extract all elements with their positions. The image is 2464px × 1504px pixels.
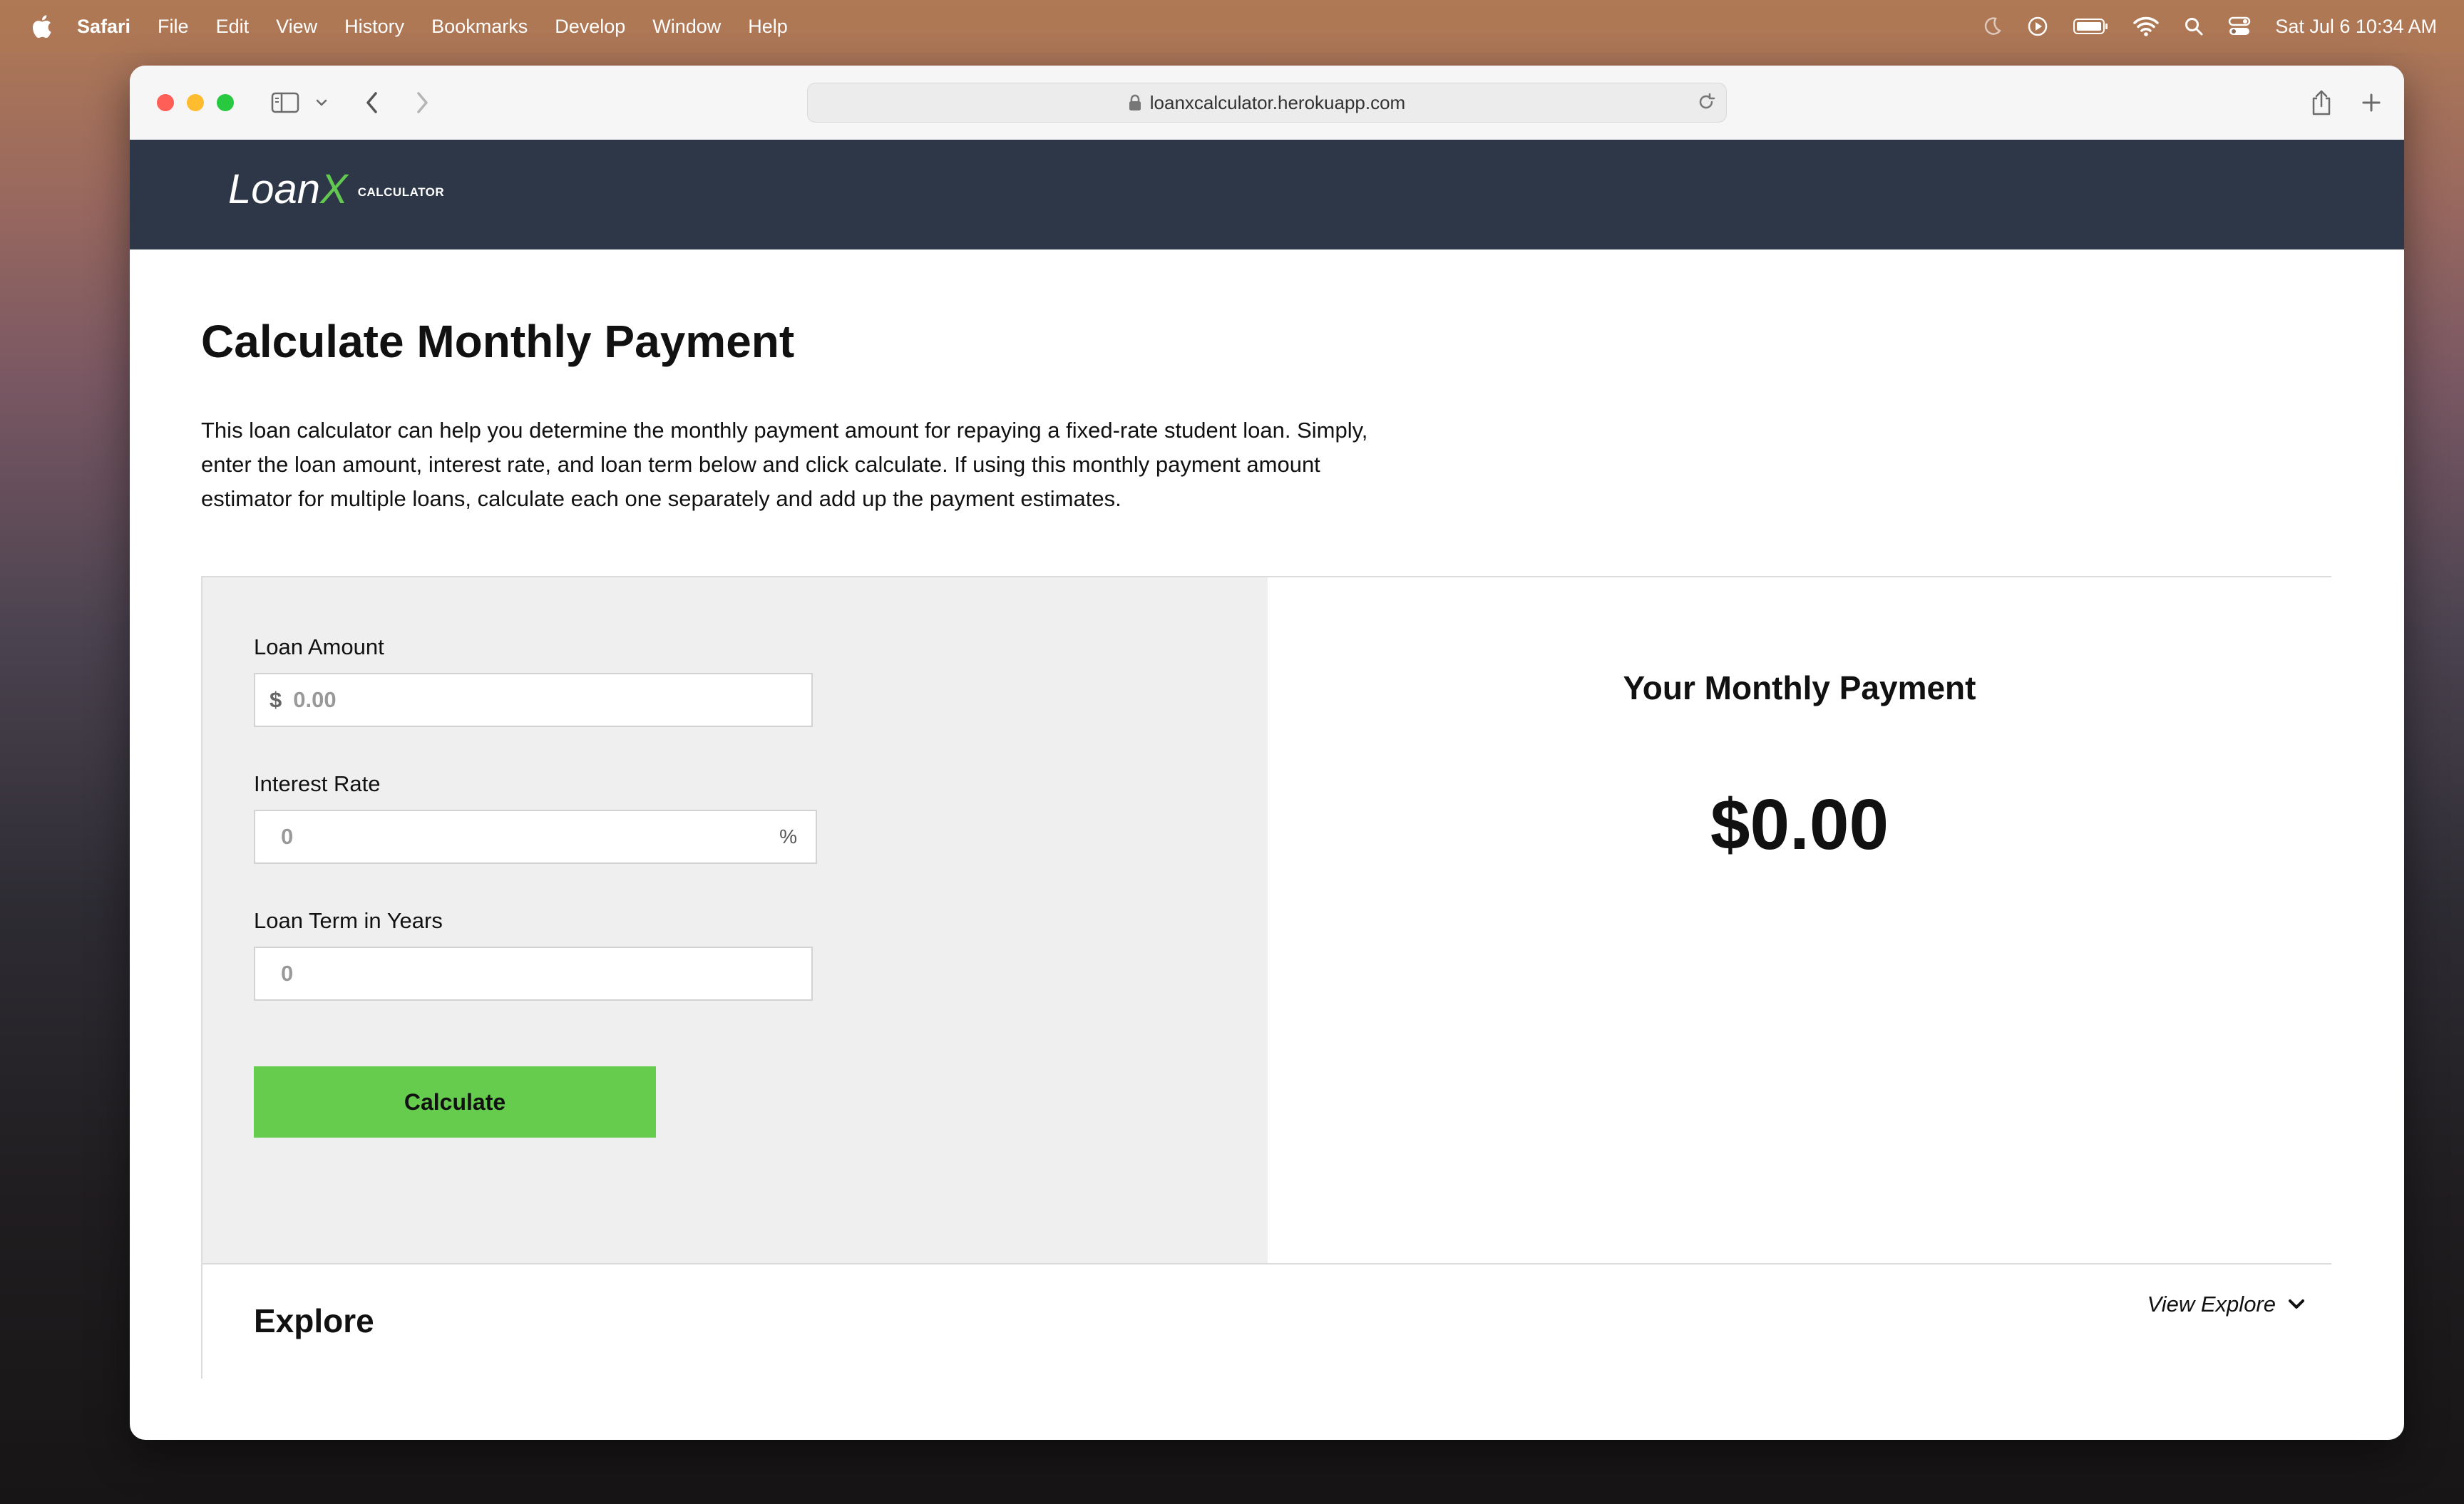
view-explore-toggle[interactable]: View Explore [2147, 1292, 2306, 1317]
chevron-down-icon [2287, 1298, 2306, 1311]
browser-window: loanxcalculator.herokuapp.com Loan X CAL… [130, 66, 2404, 1440]
loan-amount-placeholder: 0.00 [293, 687, 337, 712]
share-icon[interactable] [2306, 84, 2337, 121]
apple-icon[interactable] [27, 12, 56, 41]
explore-section: Explore View Explore [202, 1263, 2331, 1380]
menu-view[interactable]: View [276, 16, 317, 38]
calculator-form: Loan Amount $ 0.00 Interest Rate 0 % Loa… [202, 577, 1268, 1263]
address-bar[interactable]: loanxcalculator.herokuapp.com [807, 83, 1727, 123]
result-title: Your Monthly Payment [1623, 669, 1976, 706]
control-center-icon[interactable] [2228, 16, 2251, 37]
interest-rate-label: Interest Rate [254, 771, 381, 796]
loan-amount-label: Loan Amount [254, 634, 384, 659]
monthly-payment-value: $0.00 [1710, 785, 1889, 865]
view-explore-label: View Explore [2147, 1292, 2276, 1317]
chevron-down-icon[interactable] [312, 84, 331, 121]
intro-text: This loan calculator can help you determ… [201, 418, 1368, 511]
battery-icon[interactable] [2073, 17, 2108, 36]
close-window-button[interactable] [157, 94, 174, 111]
minimize-window-button[interactable] [187, 94, 204, 111]
reload-icon[interactable] [1696, 92, 1716, 112]
moon-icon[interactable] [1981, 16, 2003, 37]
menu-develop[interactable]: Develop [555, 16, 625, 38]
menu-help[interactable]: Help [748, 16, 788, 38]
menubar-datetime[interactable]: Sat Jul 6 10:34 AM [2275, 16, 2437, 38]
menu-bar: Safari File Edit View History Bookmarks … [0, 0, 2464, 53]
forward-icon[interactable] [408, 84, 436, 121]
new-tab-icon[interactable] [2356, 84, 2387, 121]
interest-rate-placeholder: 0 [281, 824, 294, 849]
menu-edit[interactable]: Edit [216, 16, 250, 38]
calculate-button[interactable]: Calculate [254, 1066, 656, 1138]
loan-term-input[interactable]: 0 [254, 947, 813, 1001]
interest-rate-input[interactable]: 0 % [254, 810, 817, 864]
menu-bookmarks[interactable]: Bookmarks [431, 16, 528, 38]
site-header: Loan X CALCULATOR [130, 140, 2404, 249]
menu-history[interactable]: History [344, 16, 404, 38]
logo-subtitle: CALCULATOR [357, 185, 445, 199]
search-icon[interactable] [2184, 16, 2204, 36]
logo-loan-text: Loan [228, 166, 321, 212]
loan-term-placeholder: 0 [281, 961, 294, 986]
lock-icon [1129, 94, 1141, 111]
browser-toolbar: loanxcalculator.herokuapp.com [130, 66, 2404, 140]
logo-x-text: X [320, 166, 348, 212]
menu-file[interactable]: File [158, 16, 189, 38]
menu-window[interactable]: Window [652, 16, 721, 38]
calculator-card: Loan Amount $ 0.00 Interest Rate 0 % Loa… [201, 576, 2331, 1380]
play-icon[interactable] [2027, 16, 2048, 37]
result-panel: Your Monthly Payment $0.00 [1268, 577, 2331, 1263]
back-icon[interactable] [358, 84, 386, 121]
dollar-prefix: $ [270, 687, 282, 712]
url-text: loanxcalculator.herokuapp.com [1149, 91, 1406, 113]
loan-term-label: Loan Term in Years [254, 908, 443, 933]
page-title: Calculate Monthly Payment [201, 316, 795, 367]
maximize-window-button[interactable] [217, 94, 234, 111]
loan-amount-input[interactable]: $ 0.00 [254, 673, 813, 727]
wifi-icon[interactable] [2132, 16, 2160, 37]
site-logo[interactable]: Loan X CALCULATOR [228, 165, 444, 213]
explore-title: Explore [254, 1302, 374, 1339]
percent-suffix: % [779, 825, 797, 848]
sidebar-toggle-icon[interactable] [268, 84, 302, 121]
menu-safari[interactable]: Safari [77, 16, 130, 38]
